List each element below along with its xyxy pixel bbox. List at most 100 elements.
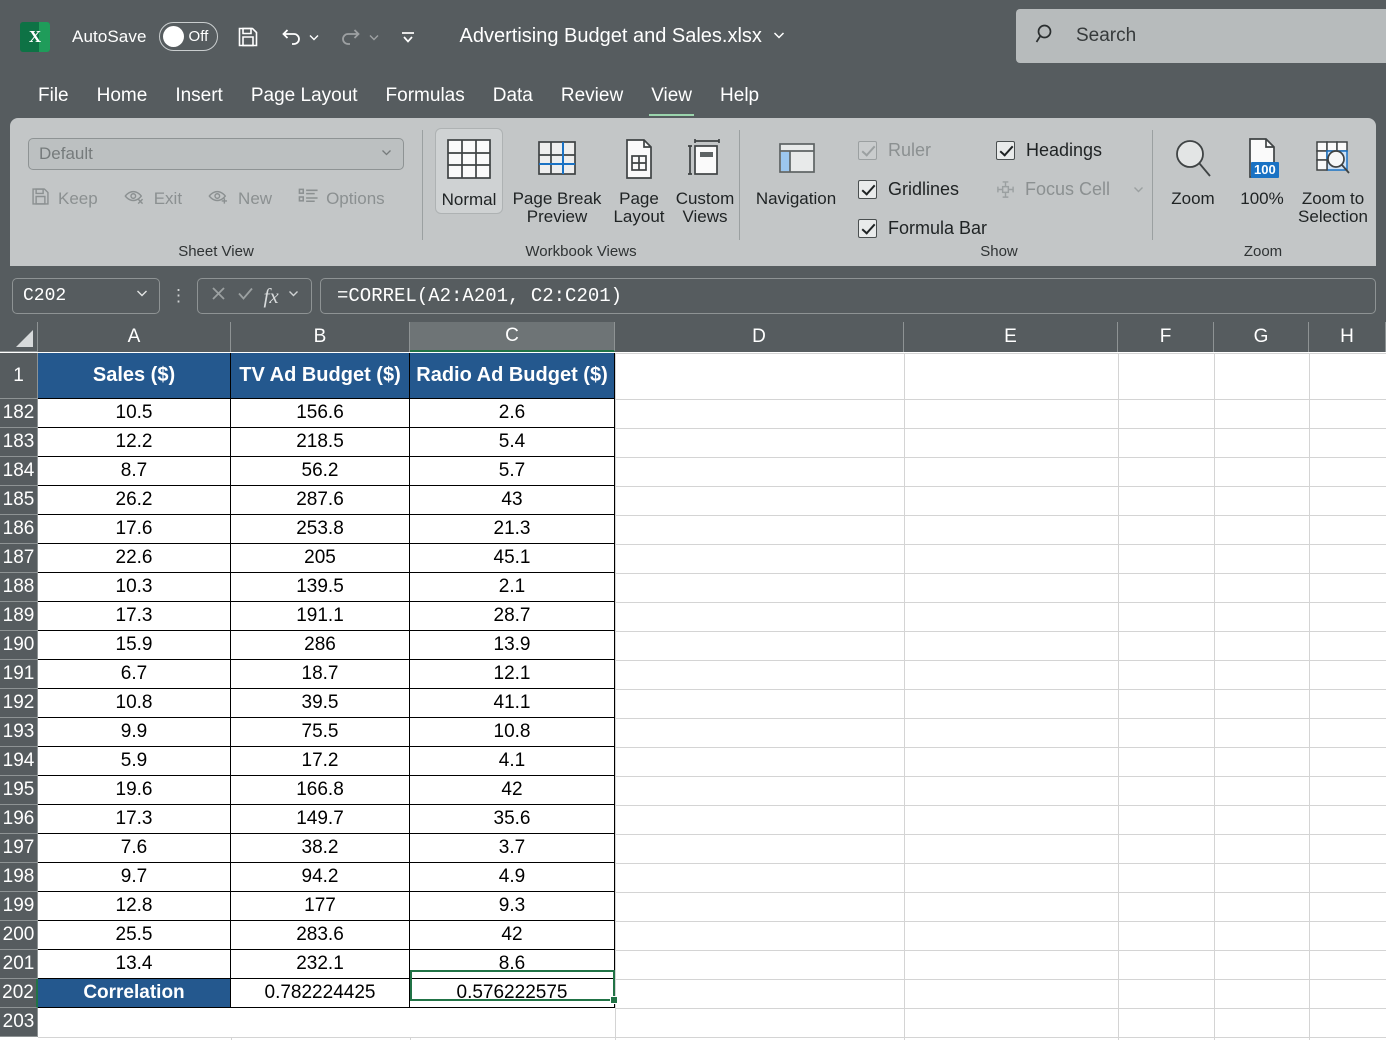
- row-header-187[interactable]: 187: [0, 544, 38, 573]
- row-header-199[interactable]: 199: [0, 892, 38, 921]
- cell-A200[interactable]: 25.5: [38, 921, 231, 950]
- cell-B198[interactable]: 94.2: [231, 863, 410, 892]
- cell-C185[interactable]: 43: [410, 486, 615, 515]
- cell-A196[interactable]: 17.3: [38, 805, 231, 834]
- cell-A184[interactable]: 8.7: [38, 457, 231, 486]
- cell-C184[interactable]: 5.7: [410, 457, 615, 486]
- tab-review[interactable]: Review: [547, 73, 637, 118]
- row-header-202[interactable]: 202: [0, 979, 38, 1008]
- chevron-down-icon[interactable]: [135, 286, 149, 306]
- row-header-196[interactable]: 196: [0, 805, 38, 834]
- cell-C189[interactable]: 28.7: [410, 602, 615, 631]
- cell-A195[interactable]: 19.6: [38, 776, 231, 805]
- cell-C198[interactable]: 4.9: [410, 863, 615, 892]
- show-formula-bar-checkbox[interactable]: Formula Bar: [858, 218, 987, 239]
- row-header-188[interactable]: 188: [0, 573, 38, 602]
- tab-view[interactable]: View: [637, 73, 706, 118]
- row-header-195[interactable]: 195: [0, 776, 38, 805]
- cell-B201[interactable]: 232.1: [231, 950, 410, 979]
- cell-B188[interactable]: 139.5: [231, 573, 410, 602]
- cell-B200[interactable]: 283.6: [231, 921, 410, 950]
- cell-B195[interactable]: 166.8: [231, 776, 410, 805]
- show-gridlines-checkbox[interactable]: Gridlines: [858, 179, 959, 200]
- cell-B183[interactable]: 218.5: [231, 428, 410, 457]
- autosave-toggle[interactable]: Off: [159, 22, 218, 51]
- document-title-chevron-down-icon[interactable]: [772, 28, 786, 45]
- cell-C197[interactable]: 3.7: [410, 834, 615, 863]
- row-header-184[interactable]: 184: [0, 457, 38, 486]
- row-header-192[interactable]: 192: [0, 689, 38, 718]
- column-header-h[interactable]: H: [1309, 322, 1386, 352]
- fx-icon[interactable]: fx: [264, 284, 279, 309]
- tab-page-layout[interactable]: Page Layout: [237, 73, 372, 118]
- navigation-button[interactable]: Navigation: [748, 128, 844, 208]
- row-header-191[interactable]: 191: [0, 660, 38, 689]
- cell-B191[interactable]: 18.7: [231, 660, 410, 689]
- row-header-203[interactable]: 203: [0, 1008, 38, 1037]
- undo-chevron-down-icon[interactable]: [308, 31, 320, 43]
- cell-A188[interactable]: 10.3: [38, 573, 231, 602]
- cell-A182[interactable]: 10.5: [38, 399, 231, 428]
- cell-C200[interactable]: 42: [410, 921, 615, 950]
- cell-C195[interactable]: 42: [410, 776, 615, 805]
- row-header-186[interactable]: 186: [0, 515, 38, 544]
- cell-A197[interactable]: 7.6: [38, 834, 231, 863]
- row-header-190[interactable]: 190: [0, 631, 38, 660]
- cell-A190[interactable]: 15.9: [38, 631, 231, 660]
- quick-access-more-icon[interactable]: [398, 28, 418, 46]
- cell-A202[interactable]: Correlation: [38, 979, 231, 1008]
- zoom-to-selection-button[interactable]: Zoom to Selection: [1295, 128, 1371, 227]
- cell-A189[interactable]: 17.3: [38, 602, 231, 631]
- cell-A193[interactable]: 9.9: [38, 718, 231, 747]
- tab-insert[interactable]: Insert: [161, 73, 237, 118]
- cell-B187[interactable]: 205: [231, 544, 410, 573]
- cell-A1[interactable]: Sales ($): [38, 353, 231, 399]
- cell-B1[interactable]: TV Ad Budget ($): [231, 353, 410, 399]
- cell-B182[interactable]: 156.6: [231, 399, 410, 428]
- column-header-e[interactable]: E: [904, 322, 1118, 352]
- cell-A183[interactable]: 12.2: [38, 428, 231, 457]
- column-header-a[interactable]: A: [38, 322, 231, 352]
- custom-views-button[interactable]: Custom Views: [673, 128, 737, 227]
- cell-B189[interactable]: 191.1: [231, 602, 410, 631]
- cell-C201[interactable]: 8.6: [410, 950, 615, 979]
- column-header-b[interactable]: B: [231, 322, 410, 352]
- page-layout-button[interactable]: Page Layout: [607, 128, 671, 227]
- cell-A186[interactable]: 17.6: [38, 515, 231, 544]
- row-header-194[interactable]: 194: [0, 747, 38, 776]
- cell-C199[interactable]: 9.3: [410, 892, 615, 921]
- tab-file[interactable]: File: [24, 73, 83, 118]
- undo-icon[interactable]: [278, 25, 304, 49]
- chevron-down-icon[interactable]: [287, 287, 300, 305]
- row-header-197[interactable]: 197: [0, 834, 38, 863]
- name-box[interactable]: C202: [12, 278, 160, 314]
- cancel-icon[interactable]: [209, 284, 228, 308]
- sheet-view-select[interactable]: Default: [28, 138, 404, 170]
- cell-C186[interactable]: 21.3: [410, 515, 615, 544]
- row-header-198[interactable]: 198: [0, 863, 38, 892]
- zoom-100-button[interactable]: 100 100%: [1229, 128, 1295, 208]
- tab-help[interactable]: Help: [706, 73, 773, 118]
- cell-A191[interactable]: 6.7: [38, 660, 231, 689]
- save-icon[interactable]: [236, 25, 260, 49]
- row-header-182[interactable]: 182: [0, 399, 38, 428]
- cell-C188[interactable]: 2.1: [410, 573, 615, 602]
- document-title[interactable]: Advertising Budget and Sales.xlsx: [460, 25, 762, 48]
- row-header-185[interactable]: 185: [0, 486, 38, 515]
- tab-data[interactable]: Data: [479, 73, 547, 118]
- cell-C182[interactable]: 2.6: [410, 399, 615, 428]
- cell-C202[interactable]: 0.576222575: [410, 979, 615, 1008]
- cell-C190[interactable]: 13.9: [410, 631, 615, 660]
- fill-handle[interactable]: [610, 996, 618, 1004]
- row-header-189[interactable]: 189: [0, 602, 38, 631]
- cell-A187[interactable]: 22.6: [38, 544, 231, 573]
- cell-C192[interactable]: 41.1: [410, 689, 615, 718]
- cell-A194[interactable]: 5.9: [38, 747, 231, 776]
- formula-input[interactable]: =CORREL(A2:A201, C2:C201): [320, 278, 1376, 314]
- cell-A185[interactable]: 26.2: [38, 486, 231, 515]
- row-header-193[interactable]: 193: [0, 718, 38, 747]
- row-header-183[interactable]: 183: [0, 428, 38, 457]
- row-header-1[interactable]: 1: [0, 353, 38, 399]
- cell-C191[interactable]: 12.1: [410, 660, 615, 689]
- zoom-button[interactable]: Zoom: [1157, 128, 1229, 208]
